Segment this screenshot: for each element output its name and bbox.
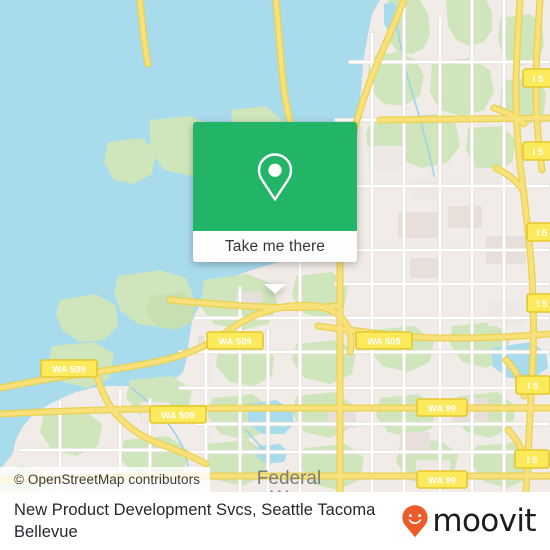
- road-shield: I 5: [514, 449, 550, 469]
- road-shield: I 5: [526, 293, 550, 313]
- popup-icon-panel: [193, 122, 357, 231]
- road-shield: WA 509: [206, 331, 264, 350]
- road-shield-label: WA 99: [428, 476, 456, 487]
- road-shield-label: I 5: [537, 228, 548, 239]
- attribution-text: © OpenStreetMap contributors: [14, 472, 201, 487]
- place-label-line1: Federal: [257, 468, 321, 489]
- map-pin-icon: [257, 152, 293, 201]
- road-shield: WA 509: [355, 331, 413, 350]
- road-shield-label: I 5: [528, 381, 539, 392]
- road-shield: I 5: [522, 141, 550, 161]
- popup-pointer: [264, 284, 286, 294]
- road-shield: WA 509: [149, 405, 207, 424]
- map-place-label-federal-way: Federal Way: [257, 468, 321, 492]
- road-shield: WA 99: [416, 470, 468, 489]
- road-shield-label: I 5: [527, 455, 538, 466]
- road-shield-label: WA 509: [161, 411, 194, 422]
- road-shield-label: WA 509: [218, 337, 251, 348]
- road-shield-label: I 5: [533, 147, 544, 158]
- location-title: New Product Development Svcs, Seattle Ta…: [14, 501, 376, 541]
- road-shield: WA 99: [416, 398, 468, 417]
- moovit-logo[interactable]: moovit: [400, 504, 550, 538]
- road-shield: I 5: [526, 222, 550, 242]
- footer-bar: New Product Development Svcs, Seattle Ta…: [0, 492, 550, 550]
- road-shield: I 5: [515, 375, 550, 395]
- road-shield-label: I 5: [533, 74, 544, 85]
- road-shield-label: WA 509: [367, 337, 400, 348]
- road-shield: WA 509: [40, 359, 98, 378]
- take-me-there-label: Take me there: [224, 237, 326, 255]
- road-shield-label: WA 99: [428, 404, 456, 415]
- take-me-there-button[interactable]: Take me there: [193, 231, 357, 262]
- road-shield: I 5: [522, 68, 550, 88]
- moovit-wordmark: moovit: [432, 502, 536, 539]
- map-screenshot-root: .land{fill:#f2ece8;} .park{fill:#cfe5bc;…: [0, 0, 550, 550]
- moovit-smiley-pin-icon: [402, 505, 428, 538]
- map-popup-card[interactable]: Take me there: [193, 122, 357, 294]
- map-attribution[interactable]: © OpenStreetMap contributors: [0, 467, 211, 492]
- road-shield-label: I 5: [537, 299, 548, 310]
- road-shield-label: WA 509: [52, 365, 85, 376]
